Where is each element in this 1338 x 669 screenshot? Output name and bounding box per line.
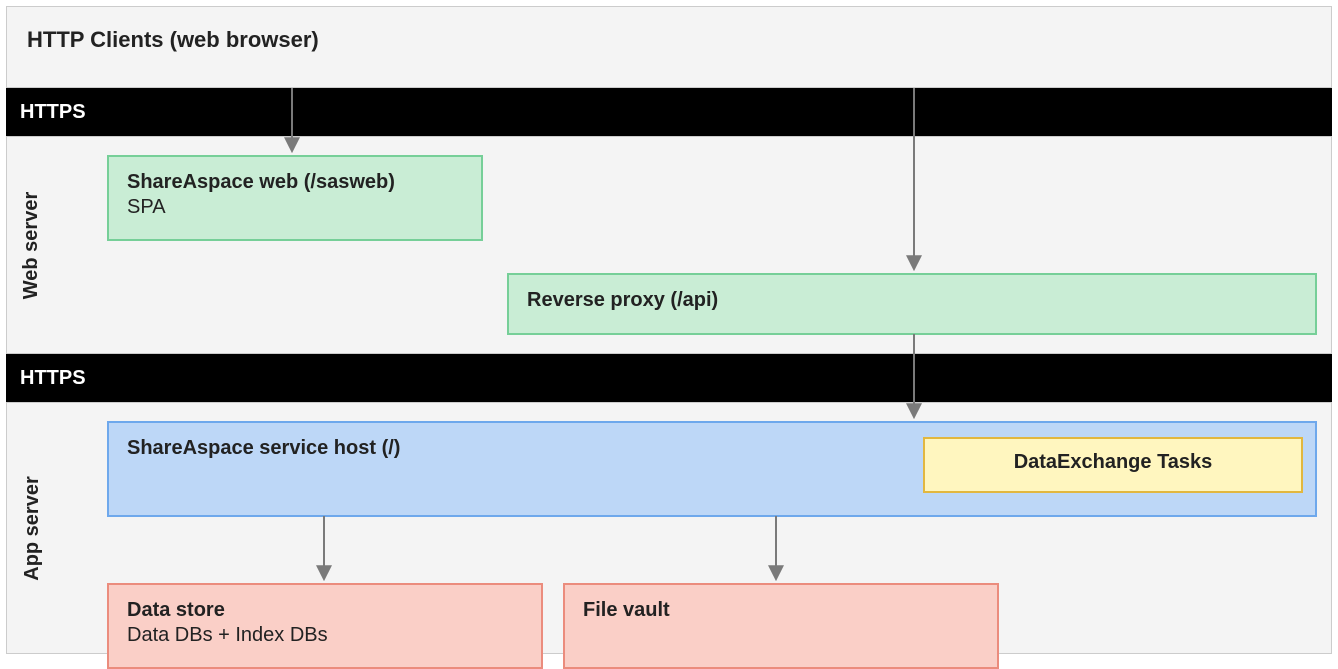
arrows-layer xyxy=(0,0,1338,668)
